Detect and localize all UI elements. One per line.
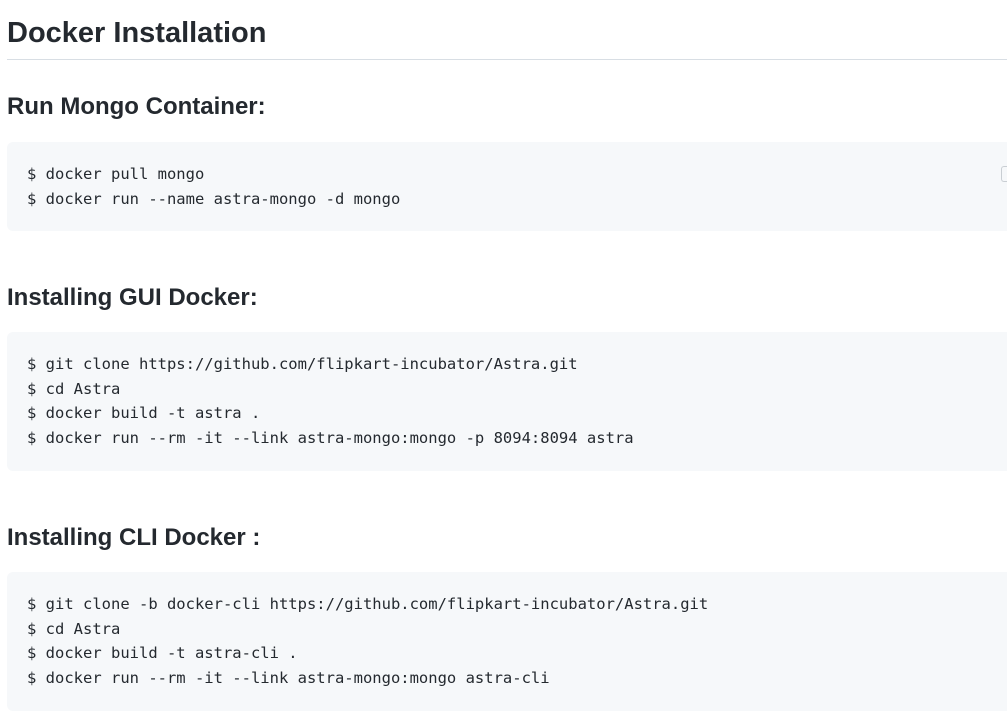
section-heading-run-mongo: Run Mongo Container:	[7, 93, 266, 120]
section-heading-gui-docker: Installing GUI Docker:	[7, 284, 258, 311]
copy-icon[interactable]	[1001, 166, 1007, 182]
code-line[interactable]: $ docker run --rm -it --link astra-mongo…	[27, 666, 1007, 691]
code-line[interactable]: $ docker build -t astra .	[27, 401, 1007, 426]
code-line[interactable]: $ docker pull mongo	[27, 162, 1007, 187]
code-line[interactable]: $ git clone -b docker-cli https://github…	[27, 592, 1007, 617]
code-line[interactable]: $ git clone https://github.com/flipkart-…	[27, 352, 1007, 377]
code-line[interactable]: $ docker build -t astra-cli .	[27, 641, 1007, 666]
code-block-gui-docker[interactable]: $ git clone https://github.com/flipkart-…	[7, 332, 1007, 471]
section-heading-cli-docker: Installing CLI Docker :	[7, 524, 261, 551]
code-line[interactable]: $ cd Astra	[27, 617, 1007, 642]
code-line[interactable]: $ docker run --name astra-mongo -d mongo	[27, 187, 1007, 212]
code-block-run-mongo[interactable]: $ docker pull mongo $ docker run --name …	[7, 142, 1007, 231]
code-line[interactable]: $ docker run --rm -it --link astra-mongo…	[27, 426, 1007, 451]
page-title: Docker Installation	[7, 17, 267, 49]
code-block-cli-docker[interactable]: $ git clone -b docker-cli https://github…	[7, 572, 1007, 711]
code-line[interactable]: $ cd Astra	[27, 377, 1007, 402]
title-divider	[7, 59, 1007, 60]
